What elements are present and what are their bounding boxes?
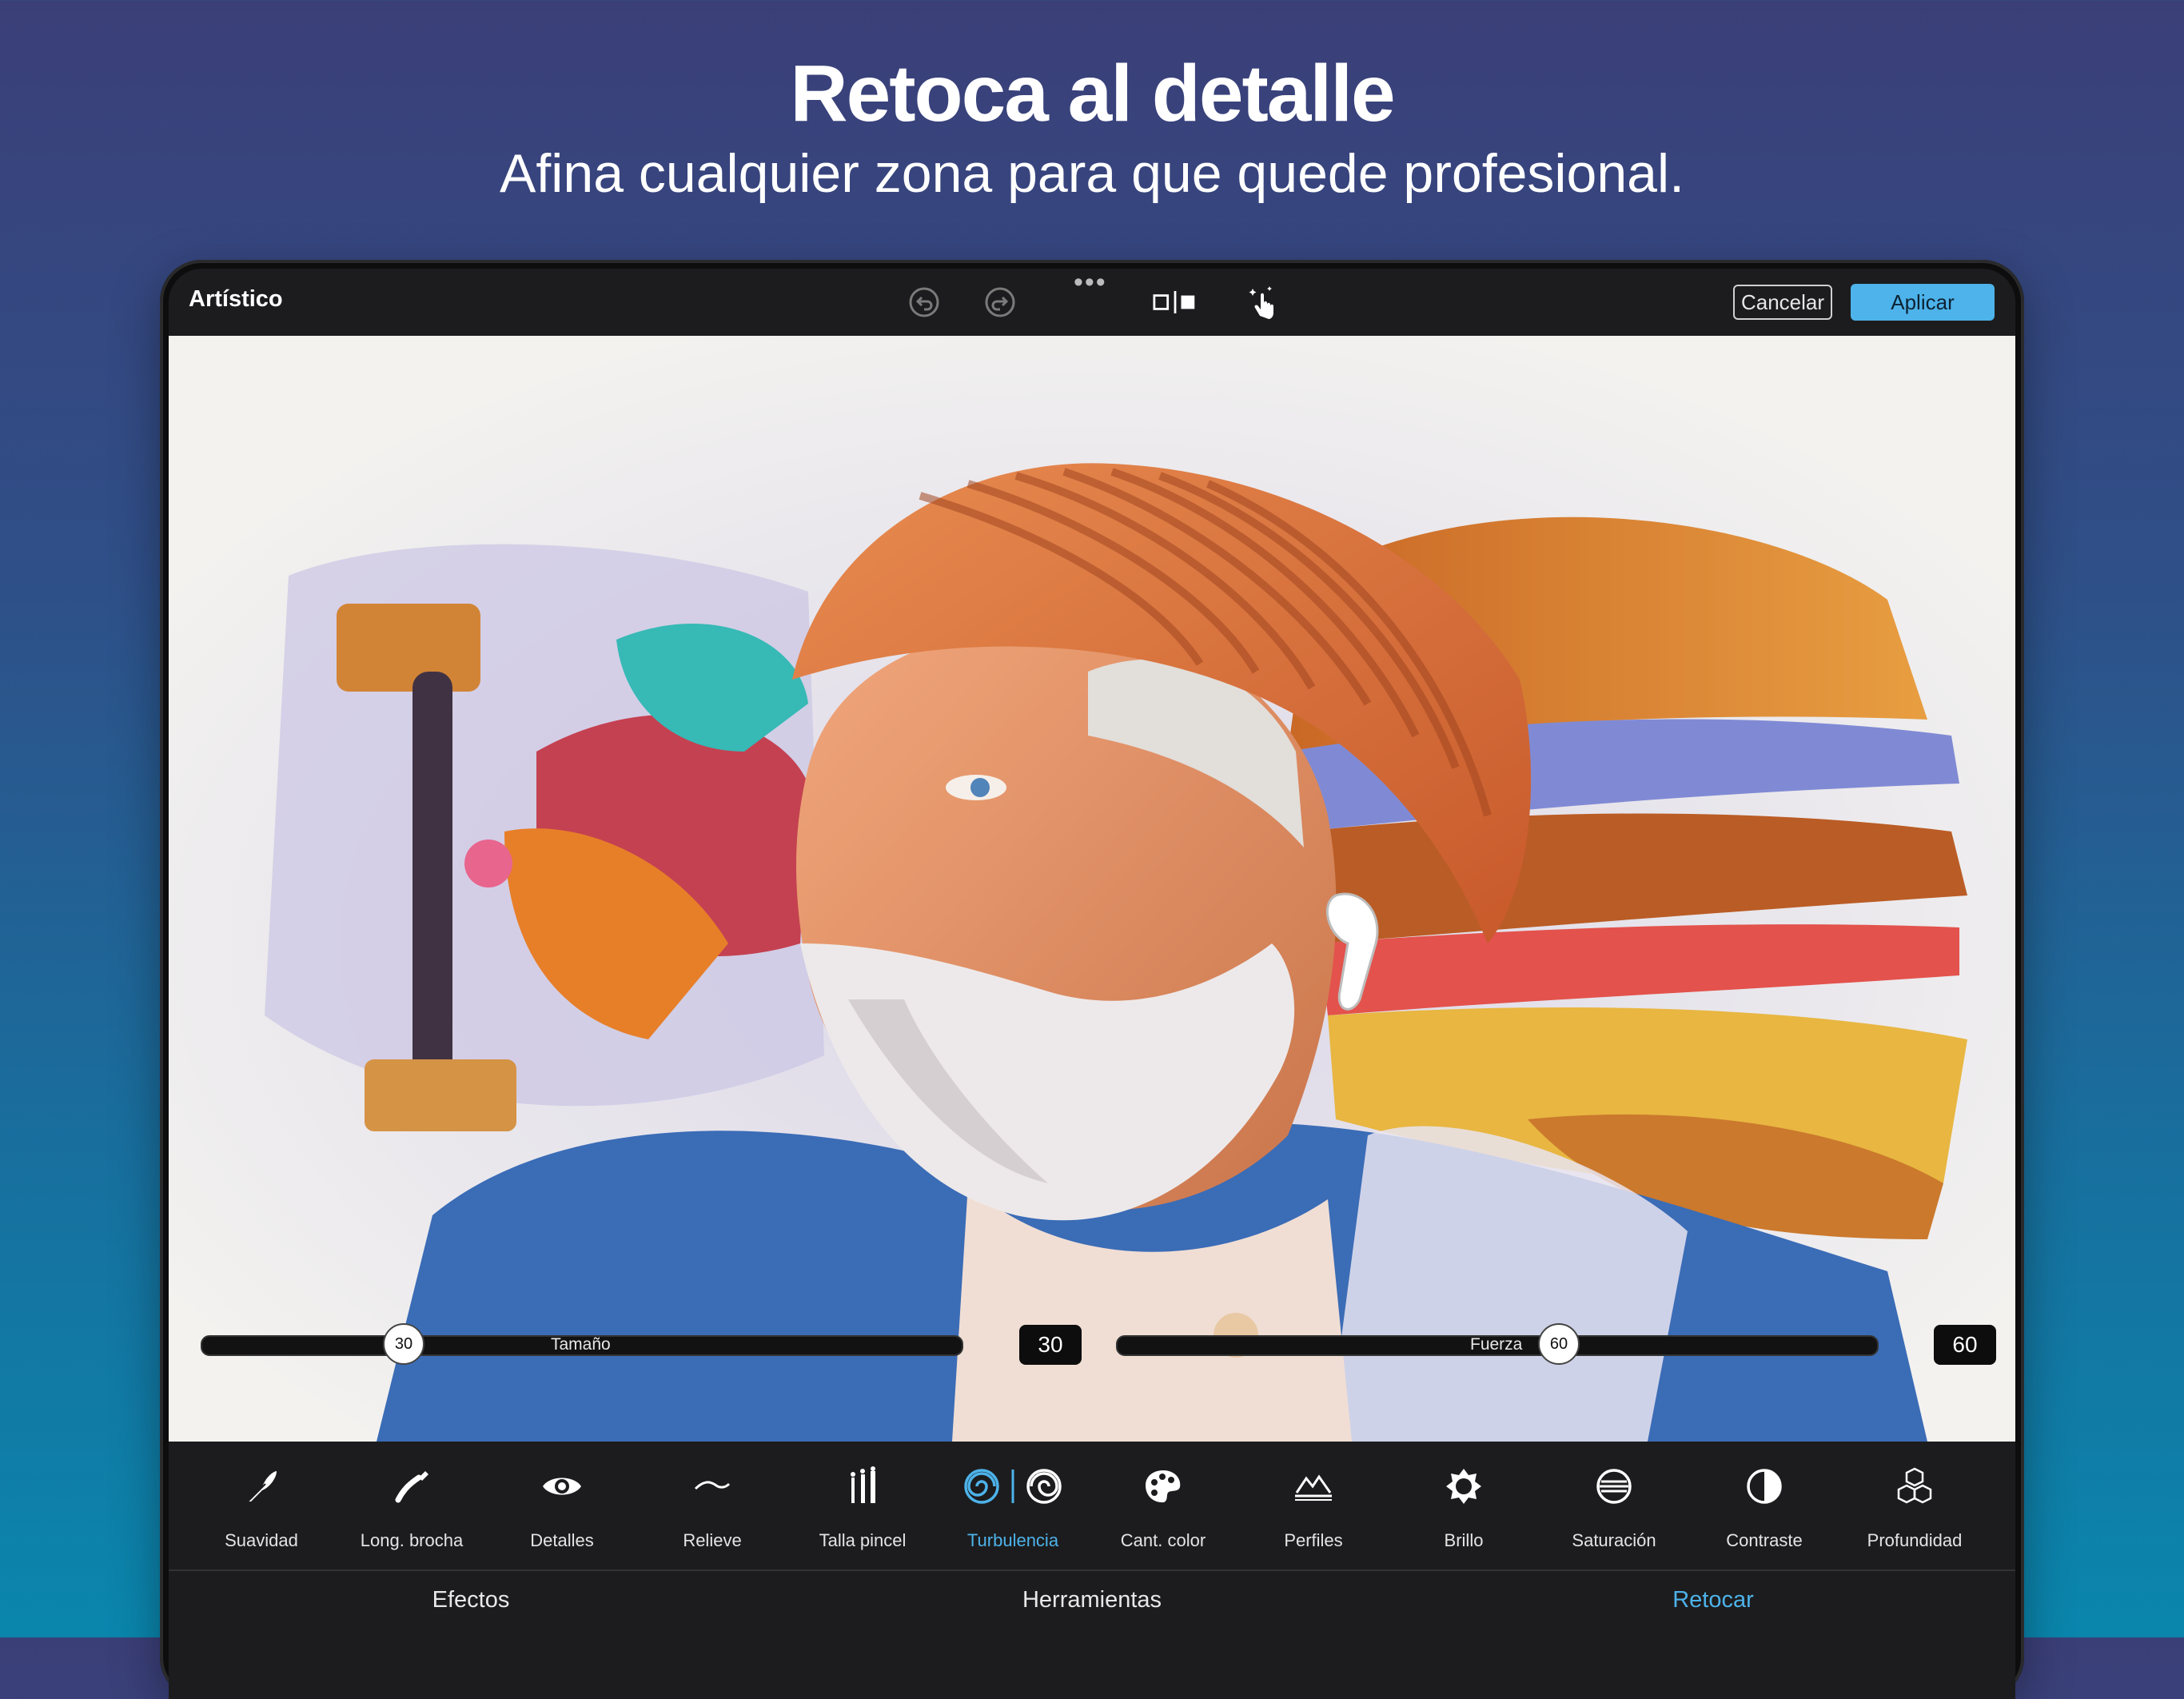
tool-relieve[interactable]: Relieve — [637, 1442, 787, 1569]
tool-label: Turbulencia — [966, 1530, 1059, 1550]
wave-icon — [637, 1461, 787, 1512]
brush-stroke-icon — [337, 1461, 487, 1512]
tab-retocar[interactable]: Retocar — [1553, 1587, 1873, 1613]
split-view-icon[interactable] — [1153, 280, 1198, 325]
magic-touch-icon[interactable] — [1241, 280, 1286, 325]
brushes-icon — [787, 1461, 938, 1512]
tool-label: Saturación — [1572, 1530, 1656, 1550]
tablet-frame: Artístico ••• Cancelar Aplicar Tamaño 30… — [160, 260, 2024, 1699]
headline: Retoca al detalle — [790, 49, 1395, 138]
tool-brillo[interactable]: Brillo — [1389, 1442, 1539, 1569]
apply-button[interactable]: Aplicar — [1851, 284, 1995, 321]
image-canvas[interactable]: Tamaño 30 30 Fuerza 60 60 — [169, 336, 2015, 1442]
eye-icon — [487, 1461, 637, 1512]
tab-efectos[interactable]: Efectos — [311, 1587, 631, 1613]
subheadline: Afina cualquier zona para que quede prof… — [500, 143, 1684, 204]
mountain-icon — [1238, 1461, 1389, 1512]
painted-portrait-image — [169, 336, 2015, 1442]
tool-label: Long. brocha — [360, 1530, 464, 1550]
size-value-display: 30 — [1019, 1325, 1082, 1365]
sun-icon — [1389, 1461, 1539, 1512]
contrast-icon — [1689, 1461, 1839, 1512]
size-slider-thumb[interactable]: 30 — [383, 1323, 424, 1365]
cancel-button[interactable]: Cancelar — [1733, 285, 1832, 320]
tool-profundidad[interactable]: Profundidad — [1839, 1442, 1990, 1569]
tool-label: Brillo — [1444, 1530, 1484, 1550]
app-screen: Artístico ••• Cancelar Aplicar Tamaño 30… — [169, 269, 2015, 1699]
tool-suavidad[interactable]: Suavidad — [186, 1442, 337, 1569]
top-toolbar: Artístico ••• Cancelar Aplicar — [169, 269, 2015, 336]
tool-perfiles[interactable]: Perfiles — [1238, 1442, 1389, 1569]
tool-label: Suavidad — [225, 1530, 298, 1550]
cubes-icon — [1839, 1461, 1990, 1512]
strength-value-display: 60 — [1934, 1325, 1996, 1365]
tool-saturacion[interactable]: Saturación — [1539, 1442, 1689, 1569]
bottom-tab-bar: Efectos Herramientas Retocar — [169, 1571, 2015, 1699]
strength-slider-thumb[interactable]: 60 — [1538, 1323, 1580, 1365]
tab-herramientas[interactable]: Herramientas — [932, 1587, 1252, 1613]
strength-slider-label: Fuerza — [1470, 1335, 1523, 1354]
app-title: Artístico — [189, 286, 283, 312]
tool-contraste[interactable]: Contraste — [1689, 1442, 1839, 1569]
tool-turbulencia[interactable]: Turbulencia — [938, 1442, 1088, 1569]
undo-icon[interactable] — [902, 280, 947, 325]
tool-long-brocha[interactable]: Long. brocha — [337, 1442, 487, 1569]
tool-cant-color[interactable]: Cant. color — [1088, 1442, 1238, 1569]
redo-icon[interactable] — [978, 280, 1022, 325]
tool-label: Contraste — [1726, 1530, 1803, 1550]
tool-label: Cant. color — [1120, 1530, 1206, 1550]
tool-label: Detalles — [530, 1530, 594, 1550]
swirl-icon — [938, 1461, 1088, 1512]
tool-label: Perfiles — [1284, 1530, 1343, 1550]
tool-detalles[interactable]: Detalles — [487, 1442, 637, 1569]
tool-label: Relieve — [683, 1530, 742, 1550]
palette-icon — [1088, 1461, 1238, 1512]
more-dots-icon[interactable]: ••• — [1074, 269, 1107, 296]
tool-talla-pincel[interactable]: Talla pincel — [787, 1442, 938, 1569]
adjustment-tools: Suavidad Long. brocha Detalles Relieve T… — [169, 1442, 2015, 1569]
feather-icon — [186, 1461, 337, 1512]
saturation-icon — [1539, 1461, 1689, 1512]
tool-label: Talla pincel — [819, 1530, 907, 1550]
size-slider-label: Tamaño — [551, 1335, 611, 1354]
tool-label: Profundidad — [1867, 1530, 1963, 1550]
